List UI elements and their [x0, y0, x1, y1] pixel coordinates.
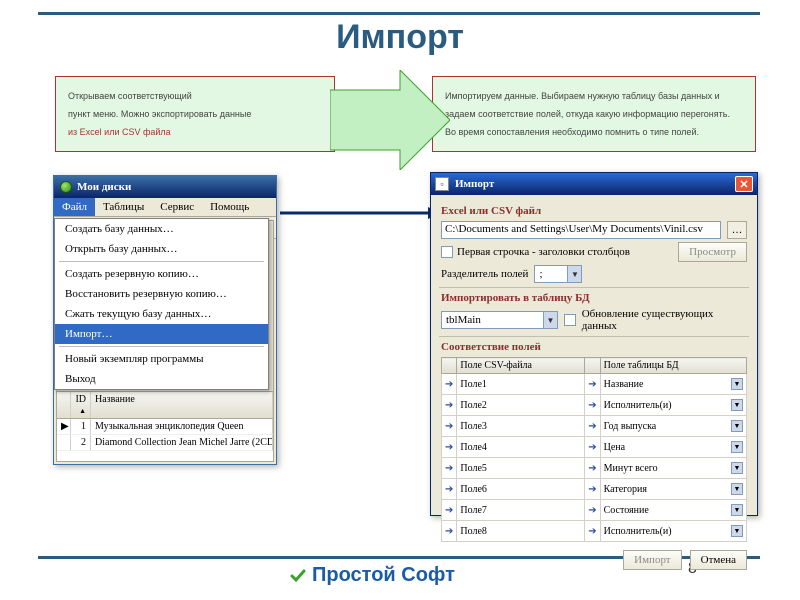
section-file: Excel или CSV файл	[441, 205, 747, 217]
mi-exit[interactable]: Выход	[55, 369, 268, 389]
titlebar: ▫ Импорт ✕	[431, 173, 757, 195]
callout-right: Импортируем данные. Выбираем нужную табл…	[432, 76, 756, 152]
menu-tables[interactable]: Таблицы	[95, 198, 152, 216]
mapping-row[interactable]: ➔Поле2➔Исполнитель(и)▼	[442, 395, 747, 416]
col-name: Название	[91, 392, 273, 418]
menu-help[interactable]: Помощь	[202, 198, 257, 216]
arrow-right-icon: ➔	[442, 416, 457, 437]
arrow-right-icon: ➔	[585, 479, 600, 500]
table-row[interactable]: ▶ 1 Музыкальная энциклопедия Queen	[57, 419, 273, 435]
mi-import[interactable]: Импорт…	[55, 324, 268, 344]
delimiter-select[interactable]: ;▼	[534, 265, 582, 283]
grid: ID ▲ Название ▶ 1 Музыкальная энциклопед…	[57, 392, 273, 451]
mapping-row[interactable]: ➔Поле4➔Цена▼	[442, 437, 747, 458]
chevron-down-icon[interactable]: ▼	[731, 525, 743, 537]
arrow-right-green-icon	[330, 70, 450, 170]
file-menu[interactable]: Создать базу данных… Открыть базу данных…	[54, 218, 269, 390]
mi-restore[interactable]: Восстановить резервную копию…	[55, 284, 268, 304]
chevron-down-icon[interactable]: ▼	[731, 378, 743, 390]
arrow-right-icon: ➔	[442, 395, 457, 416]
path-input[interactable]: C:\Documents and Settings\User\My Docume…	[441, 221, 721, 239]
mi-create-db[interactable]: Создать базу данных…	[55, 219, 268, 239]
mi-open-db[interactable]: Открыть базу данных…	[55, 239, 268, 259]
menu-file[interactable]: Файл	[54, 198, 95, 216]
titlebar: Мои диски	[54, 176, 276, 198]
checkmark-icon	[290, 568, 306, 584]
mapping-row[interactable]: ➔Поле5➔Минут всего▼	[442, 458, 747, 479]
close-button[interactable]: ✕	[735, 176, 753, 192]
mi-compact[interactable]: Сжать текущую базу данных…	[55, 304, 268, 324]
mi-new-instance[interactable]: Новый экземпляр программы	[55, 349, 268, 369]
mapping-row[interactable]: ➔Поле1➔Название▼	[442, 374, 747, 395]
arrow-right-blue-icon	[280, 205, 440, 221]
col-id: ID ▲	[71, 392, 91, 418]
arrow-right-icon: ➔	[442, 479, 457, 500]
callout-left: Открываем соответствующий пункт меню. Мо…	[55, 76, 335, 152]
menubar[interactable]: Файл Таблицы Сервис Помощь	[54, 198, 276, 217]
arrow-right-icon: ➔	[442, 374, 457, 395]
menu-service[interactable]: Сервис	[152, 198, 202, 216]
window-import: ▫ Импорт ✕ Excel или CSV файл C:\Documen…	[430, 172, 758, 516]
window-my-disks: Мои диски Файл Таблицы Сервис Помощь Соз…	[53, 175, 277, 465]
arrow-right-icon: ➔	[585, 374, 600, 395]
section-target: Импортировать в таблицу БД	[441, 292, 747, 304]
arrow-right-icon: ➔	[442, 521, 457, 542]
delimiter-label: Разделитель полей	[441, 268, 528, 280]
chevron-down-icon[interactable]: ▼	[731, 483, 743, 495]
arrow-right-icon: ➔	[585, 437, 600, 458]
mi-backup[interactable]: Создать резервную копию…	[55, 264, 268, 284]
import-button[interactable]: Импорт	[623, 550, 681, 570]
arrow-right-icon: ➔	[585, 395, 600, 416]
chevron-down-icon[interactable]: ▼	[731, 420, 743, 432]
update-label: Обновление существующих данных	[582, 308, 747, 332]
arrow-right-icon: ➔	[585, 521, 600, 542]
arrow-right-icon: ➔	[585, 458, 600, 479]
chevron-down-icon[interactable]: ▼	[731, 462, 743, 474]
chevron-down-icon[interactable]: ▼	[731, 504, 743, 516]
first-row-checkbox[interactable]	[441, 246, 453, 258]
arrow-right-icon: ➔	[585, 500, 600, 521]
mapping-table[interactable]: Поле CSV-файла Поле таблицы БД ➔Поле1➔На…	[441, 357, 747, 542]
arrow-right-icon: ➔	[442, 500, 457, 521]
disk-icon	[60, 181, 72, 193]
cancel-button[interactable]: Отмена	[690, 550, 747, 570]
chevron-down-icon[interactable]: ▼	[731, 441, 743, 453]
table-row[interactable]: 2 Diamond Collection Jean Michel Jarre (…	[57, 435, 273, 451]
update-checkbox[interactable]	[564, 314, 576, 326]
mapping-row[interactable]: ➔Поле3➔Год выпуска▼	[442, 416, 747, 437]
section-mapping: Соответствие полей	[441, 341, 747, 353]
first-row-label: Первая строчка - заголовки столбцов	[457, 246, 630, 258]
arrow-right-icon: ➔	[442, 437, 457, 458]
mapping-row[interactable]: ➔Поле8➔Исполнитель(и)▼	[442, 521, 747, 542]
browse-button[interactable]: …	[727, 221, 747, 239]
chevron-down-icon[interactable]: ▼	[731, 399, 743, 411]
mapping-row[interactable]: ➔Поле7➔Состояние▼	[442, 500, 747, 521]
app-icon: ▫	[435, 177, 449, 191]
preview-button[interactable]: Просмотр	[678, 242, 747, 262]
arrow-right-icon: ➔	[585, 416, 600, 437]
mapping-row[interactable]: ➔Поле6➔Категория▼	[442, 479, 747, 500]
table-select[interactable]: tblMain▼	[441, 311, 558, 329]
page-title: Импорт	[0, 18, 800, 57]
arrow-right-icon: ➔	[442, 458, 457, 479]
